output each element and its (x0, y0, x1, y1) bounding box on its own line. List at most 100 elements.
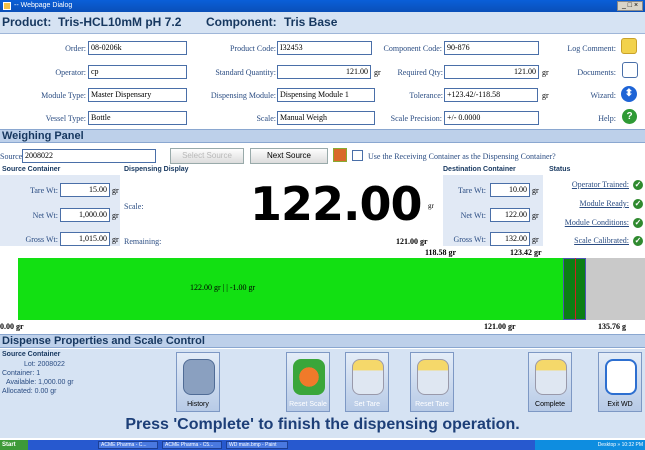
gauge-target-marker (574, 258, 576, 320)
product-code-field[interactable]: I32453 (277, 41, 372, 55)
destination-container-title: Destination Container (443, 166, 516, 173)
tolerance-label: Tolerance: (409, 91, 443, 100)
set-tare-icon (352, 359, 384, 395)
vessel-type-field[interactable]: Bottle (88, 111, 187, 125)
scale-precision-field[interactable]: +/- 0.0000 (444, 111, 539, 125)
app-icon (3, 2, 11, 10)
dispensing-display-title: Dispensing Display (124, 166, 189, 173)
gauge-max-label: 135.76 g (598, 322, 626, 331)
set-tare-label: Set Tare (354, 401, 380, 408)
wizard-icon[interactable]: ⬍ (621, 86, 637, 102)
source-gross-unit: gr (112, 235, 119, 244)
weighing-panel-header: Weighing Panel (0, 129, 645, 143)
wizard-label: Wizard: (590, 91, 616, 100)
receiving-container-checkbox[interactable] (352, 150, 363, 161)
scale-label: Scale: (256, 114, 276, 123)
scale-reading-label: Scale: (124, 202, 144, 211)
destination-net-label: Net Wt: (460, 211, 486, 220)
scale-reading: 122.00 (250, 177, 423, 231)
source-container-title: Source Container (2, 166, 61, 173)
gauge-current-label: 122.00 gr | | -1.00 gr (190, 283, 256, 292)
log-comment-icon[interactable] (621, 38, 637, 54)
dispensing-module-field[interactable]: Dispensing Module 1 (277, 88, 375, 102)
start-button[interactable]: Start (0, 440, 28, 450)
status-title: Status (549, 166, 571, 173)
dispense-properties-header: Dispense Properties and Scale Control (0, 334, 645, 348)
gauge-fill (18, 258, 580, 320)
reset-tare-label: Reset Tare (415, 401, 449, 408)
destination-tare-field[interactable]: 10.00 (490, 183, 530, 197)
operator-field[interactable]: cp (88, 65, 187, 79)
reset-scale-label: Reset Scale (289, 401, 327, 408)
dispense-properties-title: Dispense Properties and Scale Control (2, 335, 205, 347)
check-icon: ✓ (633, 236, 643, 246)
destination-net-field[interactable]: 122.00 (490, 208, 530, 222)
component-code-field[interactable]: 90-876 (444, 41, 539, 55)
dispense-allocated: Allocated: 0.00 gr (2, 388, 57, 395)
taskbar-item[interactable]: ACME Pharma - C... (98, 441, 158, 449)
vessel-type-label: Vessel Type: (45, 114, 86, 123)
window-title-bar: -- Webpage Dialog _ □ × (0, 0, 645, 12)
complete-button[interactable]: Complete (528, 352, 572, 412)
source-gross-field[interactable]: 1,015.00 (60, 232, 110, 246)
window-controls[interactable]: _ □ × (617, 1, 643, 11)
dispensing-module-label: Dispensing Module: (210, 91, 276, 100)
next-source-button[interactable]: Next Source (250, 148, 328, 164)
module-type-field[interactable]: Master Dispensary (88, 88, 187, 102)
source-tare-field[interactable]: 15.00 (60, 183, 110, 197)
status-module-ready[interactable]: Module Ready: (548, 199, 629, 208)
history-button[interactable]: History (176, 352, 220, 412)
required-qty-field[interactable]: 121.00 (444, 65, 539, 79)
scale-reading-unit: gr (428, 202, 434, 210)
exit-wd-button[interactable]: Exit WD (598, 352, 642, 412)
instruction-banner: Press 'Complete' to finish the dispensin… (0, 413, 645, 438)
order-field[interactable]: 08-0206k (88, 41, 187, 55)
set-tare-button[interactable]: Set Tare (345, 352, 389, 412)
source-field[interactable]: 2008022 (22, 149, 156, 163)
gauge-high-limit-label: 123.42 gr (510, 248, 542, 257)
select-source-button[interactable]: Select Source (170, 148, 244, 164)
complete-icon (535, 359, 567, 395)
history-icon (183, 359, 215, 395)
destination-gross-field[interactable]: 132.00 (490, 232, 530, 246)
reset-tare-icon (417, 359, 449, 395)
standard-quantity-field[interactable]: 121.00 (277, 65, 371, 79)
product-name: Tris-HCL10mM pH 7.2 (58, 15, 182, 29)
destination-net-unit: gr (532, 211, 539, 220)
history-label: History (187, 401, 209, 408)
required-qty-unit: gr (542, 68, 549, 77)
status-scale-calibrated[interactable]: Scale Calibrated: (548, 236, 629, 245)
taskbar: Start ACME Pharma - C... ACME Pharma - C… (0, 440, 645, 450)
tolerance-unit: gr (542, 91, 549, 100)
scale-field[interactable]: Manual Weigh (277, 111, 375, 125)
source-net-unit: gr (112, 211, 119, 220)
source-gross-label: Gross Wt: (25, 235, 58, 244)
reset-scale-button[interactable]: Reset Scale (286, 352, 330, 412)
weighing-panel-title: Weighing Panel (2, 130, 84, 142)
dispense-container: Container: 1 (2, 370, 41, 377)
source-net-label: Net Wt: (32, 211, 58, 220)
status-operator-trained[interactable]: Operator Trained: (548, 180, 629, 189)
dispense-lot: Lot: 2008022 (24, 361, 65, 368)
documents-label: Documents: (577, 68, 616, 77)
scale-precision-label: Scale Precision: (390, 114, 442, 123)
reset-tare-button[interactable]: Reset Tare (410, 352, 454, 412)
gauge-low-limit-label: 118.58 gr (425, 248, 457, 257)
exit-arrow-icon (605, 359, 637, 395)
taskbar-item[interactable]: ACME Pharma - C5... (162, 441, 222, 449)
tolerance-field[interactable]: +123.42/-118.58 (444, 88, 538, 102)
source-tare-label: Tare Wt: (30, 186, 58, 195)
gauge-target-label: 121.00 gr (484, 322, 516, 331)
documents-icon[interactable] (622, 62, 638, 78)
log-comment-label: Log Comment: (567, 44, 616, 53)
remaining-value: 121.00 gr (396, 237, 428, 246)
help-icon[interactable]: ? (622, 109, 637, 124)
receiving-container-icon (333, 148, 347, 162)
status-module-conditions[interactable]: Module Conditions: (548, 218, 629, 227)
check-icon: ✓ (633, 180, 643, 190)
taskbar-item[interactable]: WD main.bmp - Paint (226, 441, 288, 449)
system-tray: Desktop » 10:32 PM (535, 440, 645, 450)
destination-tare-label: Tare Wt: (458, 186, 486, 195)
destination-tare-unit: gr (532, 186, 539, 195)
source-net-field[interactable]: 1,000.00 (60, 208, 110, 222)
